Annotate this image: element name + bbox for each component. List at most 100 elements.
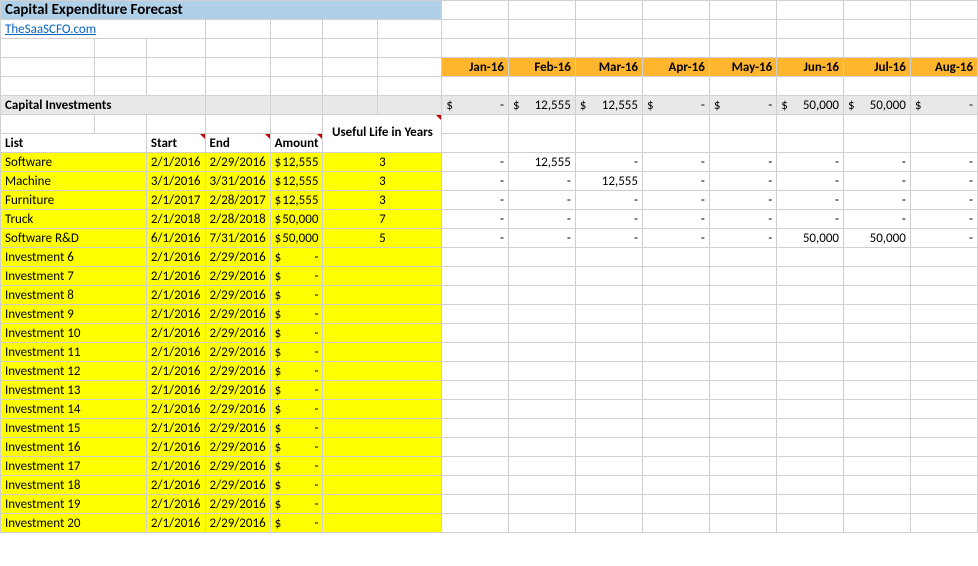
investment-name[interactable]: Furniture bbox=[1, 191, 147, 210]
month-cell[interactable]: - bbox=[508, 210, 575, 229]
month-cell[interactable]: 50,000 bbox=[777, 229, 844, 248]
month-cell[interactable] bbox=[777, 514, 844, 533]
month-cell[interactable] bbox=[709, 362, 776, 381]
month-cell[interactable] bbox=[508, 457, 575, 476]
start-date[interactable]: 2/1/2018 bbox=[146, 210, 205, 229]
month-cell[interactable]: - bbox=[442, 210, 509, 229]
end-date[interactable]: 7/31/2016 bbox=[205, 229, 270, 248]
useful-life[interactable] bbox=[323, 419, 442, 438]
month-cell[interactable] bbox=[442, 438, 509, 457]
investment-name[interactable]: Software bbox=[1, 153, 147, 172]
end-date[interactable]: 2/29/2016 bbox=[205, 286, 270, 305]
start-date[interactable]: 2/1/2016 bbox=[146, 153, 205, 172]
investment-name[interactable]: Investment 18 bbox=[1, 476, 147, 495]
useful-life[interactable] bbox=[323, 286, 442, 305]
month-cell[interactable] bbox=[709, 267, 776, 286]
start-date[interactable]: 2/1/2016 bbox=[146, 267, 205, 286]
useful-life[interactable] bbox=[323, 248, 442, 267]
month-cell[interactable] bbox=[777, 419, 844, 438]
month-cell[interactable] bbox=[508, 476, 575, 495]
month-cell[interactable] bbox=[442, 381, 509, 400]
start-date[interactable]: 6/1/2016 bbox=[146, 229, 205, 248]
month-cell[interactable] bbox=[442, 457, 509, 476]
month-cell[interactable]: - bbox=[508, 229, 575, 248]
useful-life[interactable] bbox=[323, 457, 442, 476]
month-cell[interactable] bbox=[643, 514, 710, 533]
month-cell[interactable] bbox=[643, 248, 710, 267]
month-cell[interactable]: - bbox=[643, 191, 710, 210]
month-cell[interactable] bbox=[442, 324, 509, 343]
month-cell[interactable] bbox=[709, 248, 776, 267]
month-cell[interactable]: 50,000 bbox=[844, 229, 911, 248]
investment-name[interactable]: Investment 14 bbox=[1, 400, 147, 419]
amount[interactable]: - bbox=[270, 495, 323, 514]
month-cell[interactable] bbox=[575, 438, 642, 457]
month-cell[interactable] bbox=[777, 495, 844, 514]
investment-name[interactable]: Investment 11 bbox=[1, 343, 147, 362]
source-link[interactable]: TheSaaSCFO.com bbox=[5, 22, 96, 37]
amount[interactable]: - bbox=[270, 362, 323, 381]
month-cell[interactable] bbox=[709, 495, 776, 514]
month-cell[interactable] bbox=[910, 267, 977, 286]
month-cell[interactable] bbox=[910, 305, 977, 324]
end-date[interactable]: 2/28/2018 bbox=[205, 210, 270, 229]
investment-name[interactable]: Investment 17 bbox=[1, 457, 147, 476]
useful-life[interactable] bbox=[323, 267, 442, 286]
investment-name[interactable]: Truck bbox=[1, 210, 147, 229]
end-date[interactable]: 2/29/2016 bbox=[205, 419, 270, 438]
cell[interactable] bbox=[575, 1, 642, 20]
month-cell[interactable] bbox=[643, 438, 710, 457]
month-cell[interactable] bbox=[910, 248, 977, 267]
month-cell[interactable] bbox=[575, 514, 642, 533]
month-cell[interactable] bbox=[508, 324, 575, 343]
month-cell[interactable] bbox=[575, 286, 642, 305]
amount[interactable]: - bbox=[270, 457, 323, 476]
month-cell[interactable] bbox=[777, 305, 844, 324]
month-cell[interactable] bbox=[910, 400, 977, 419]
month-cell[interactable] bbox=[442, 476, 509, 495]
month-cell[interactable] bbox=[844, 514, 911, 533]
end-date[interactable]: 2/29/2016 bbox=[205, 495, 270, 514]
start-date[interactable]: 2/1/2016 bbox=[146, 438, 205, 457]
month-cell[interactable] bbox=[910, 343, 977, 362]
month-cell[interactable] bbox=[575, 324, 642, 343]
month-cell[interactable]: - bbox=[643, 210, 710, 229]
month-cell[interactable] bbox=[777, 343, 844, 362]
useful-life[interactable] bbox=[323, 324, 442, 343]
month-cell[interactable]: - bbox=[777, 153, 844, 172]
month-cell[interactable]: - bbox=[508, 191, 575, 210]
end-date[interactable]: 2/28/2017 bbox=[205, 191, 270, 210]
amount[interactable]: - bbox=[270, 267, 323, 286]
end-date[interactable]: 2/29/2016 bbox=[205, 248, 270, 267]
month-cell[interactable]: - bbox=[575, 153, 642, 172]
month-cell[interactable] bbox=[575, 419, 642, 438]
month-cell[interactable] bbox=[777, 438, 844, 457]
useful-life[interactable]: 7 bbox=[323, 210, 442, 229]
month-cell[interactable] bbox=[777, 476, 844, 495]
month-cell[interactable] bbox=[844, 305, 911, 324]
month-cell[interactable] bbox=[575, 457, 642, 476]
month-cell[interactable] bbox=[575, 381, 642, 400]
cell[interactable] bbox=[442, 1, 509, 20]
month-cell[interactable] bbox=[777, 248, 844, 267]
month-cell[interactable]: - bbox=[910, 229, 977, 248]
month-cell[interactable]: - bbox=[777, 172, 844, 191]
amount[interactable]: 12,555 bbox=[270, 172, 323, 191]
start-date[interactable]: 2/1/2016 bbox=[146, 495, 205, 514]
start-date[interactable]: 2/1/2016 bbox=[146, 381, 205, 400]
investment-name[interactable]: Investment 20 bbox=[1, 514, 147, 533]
month-cell[interactable] bbox=[910, 286, 977, 305]
investment-name[interactable]: Machine bbox=[1, 172, 147, 191]
start-date[interactable]: 2/1/2016 bbox=[146, 476, 205, 495]
investment-name[interactable]: Investment 7 bbox=[1, 267, 147, 286]
useful-life[interactable] bbox=[323, 400, 442, 419]
month-cell[interactable] bbox=[508, 267, 575, 286]
month-cell[interactable] bbox=[442, 305, 509, 324]
month-cell[interactable] bbox=[844, 476, 911, 495]
month-cell[interactable] bbox=[709, 343, 776, 362]
useful-life[interactable] bbox=[323, 476, 442, 495]
useful-life[interactable] bbox=[323, 381, 442, 400]
month-cell[interactable]: 12,555 bbox=[508, 153, 575, 172]
investment-name[interactable]: Investment 19 bbox=[1, 495, 147, 514]
investment-name[interactable]: Investment 10 bbox=[1, 324, 147, 343]
